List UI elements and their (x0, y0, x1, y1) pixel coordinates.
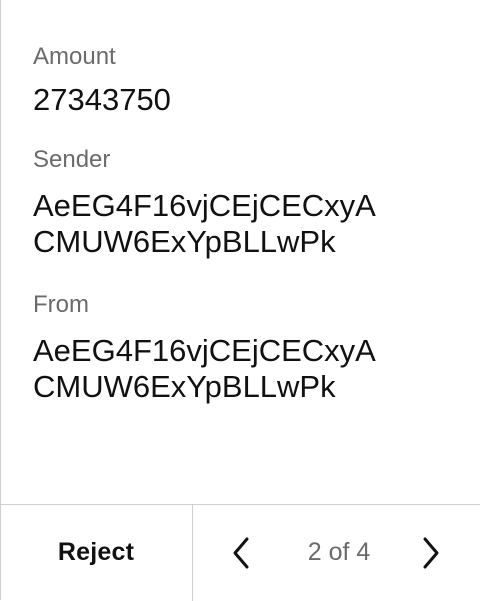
amount-value: 27343750 (33, 82, 171, 117)
chevron-right-icon (423, 537, 439, 569)
sender-label: Sender (33, 146, 111, 173)
previous-page-button[interactable] (222, 533, 262, 573)
pagination: 2 of 4 (193, 505, 480, 600)
reject-button-label: Reject (57, 538, 135, 566)
reject-button[interactable]: Reject (0, 505, 192, 600)
from-value: AeEG4F16vjCEjCECxyA CMUW6ExYpBLLwPk (33, 333, 376, 404)
action-footer: Reject 2 of 4 (0, 504, 480, 601)
chevron-left-icon (233, 537, 249, 569)
sender-value: AeEG4F16vjCEjCECxyA CMUW6ExYpBLLwPk (33, 188, 376, 259)
next-page-button[interactable] (410, 533, 450, 573)
page-indicator: 2 of 4 (307, 538, 371, 566)
from-label: From (33, 291, 89, 318)
amount-label: Amount (33, 43, 116, 70)
